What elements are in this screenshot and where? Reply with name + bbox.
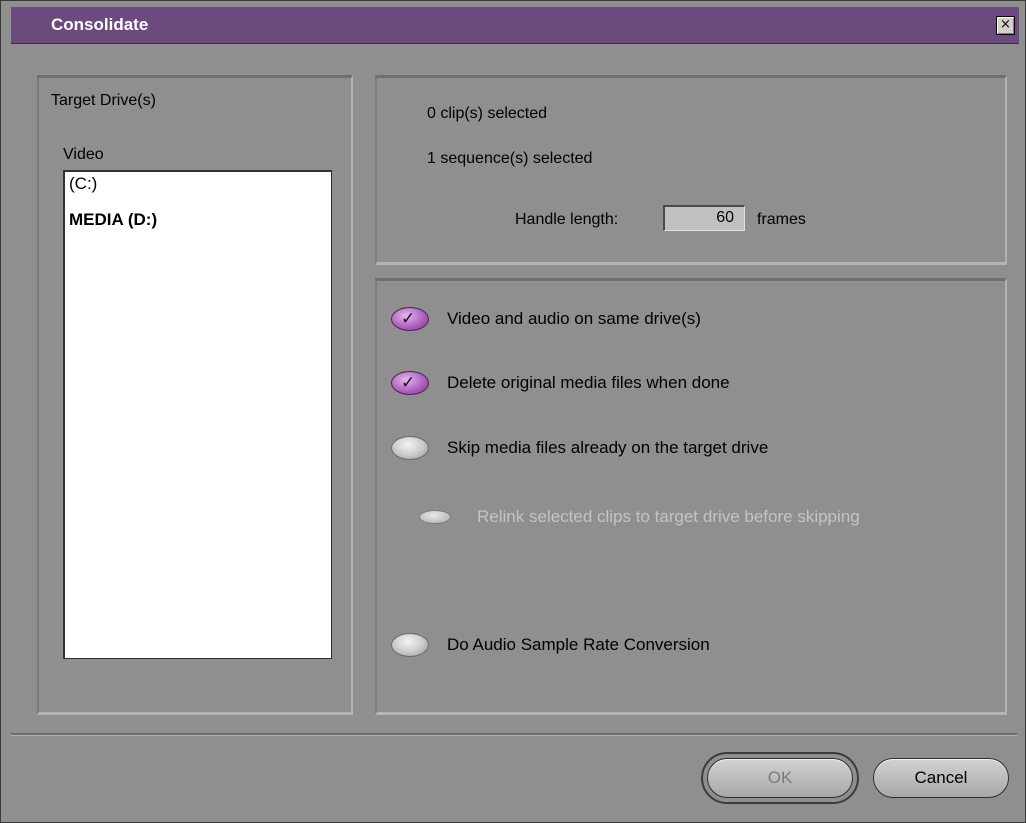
options-panel: ✓ Video and audio on same drive(s) ✓ Del… bbox=[375, 278, 1007, 715]
video-label: Video bbox=[63, 146, 104, 163]
checkbox-disabled-icon bbox=[419, 510, 451, 524]
clips-selected-text: 0 clip(s) selected bbox=[427, 105, 548, 122]
sequences-selected-text: 1 sequence(s) selected bbox=[427, 150, 593, 167]
close-icon[interactable]: × bbox=[996, 16, 1015, 35]
checkbox-unchecked-icon[interactable] bbox=[391, 436, 429, 460]
option-label: Skip media files already on the target d… bbox=[447, 438, 769, 457]
handle-unit-label: frames bbox=[757, 211, 806, 228]
option-relink-before-skip: Relink selected clips to target drive be… bbox=[419, 505, 979, 535]
checkbox-checked-icon[interactable]: ✓ bbox=[391, 371, 429, 395]
checkbox-checked-icon[interactable]: ✓ bbox=[391, 307, 429, 331]
drive-item-c[interactable]: (C:) bbox=[69, 174, 97, 194]
handle-length-label: Handle length: bbox=[515, 211, 619, 228]
video-drive-list[interactable]: (C:) MEDIA (D:) bbox=[63, 170, 332, 659]
option-label: Delete original media files when done bbox=[447, 373, 730, 392]
divider bbox=[11, 733, 1017, 736]
option-audio-src[interactable]: Do Audio Sample Rate Conversion bbox=[391, 633, 811, 663]
ok-button[interactable]: OK bbox=[707, 758, 853, 798]
selection-summary-panel: 0 clip(s) selected 1 sequence(s) selecte… bbox=[375, 75, 1007, 265]
target-drive-panel: Target Drive(s) Video (C:) MEDIA (D:) bbox=[37, 75, 353, 715]
option-label: Video and audio on same drive(s) bbox=[447, 309, 701, 328]
title-bar[interactable]: Consolidate × bbox=[11, 7, 1019, 44]
checkbox-unchecked-icon[interactable] bbox=[391, 633, 429, 657]
target-drive-heading: Target Drive(s) bbox=[51, 92, 156, 109]
consolidate-dialog: Consolidate × Target Drive(s) Video (C:)… bbox=[0, 0, 1026, 823]
drive-item-media-d[interactable]: MEDIA (D:) bbox=[69, 210, 157, 230]
handle-length-input[interactable]: 60 bbox=[663, 205, 745, 231]
dialog-title: Consolidate bbox=[51, 15, 149, 34]
option-same-drive[interactable]: ✓ Video and audio on same drive(s) bbox=[391, 307, 811, 337]
option-skip-existing[interactable]: Skip media files already on the target d… bbox=[391, 436, 881, 466]
option-label: Do Audio Sample Rate Conversion bbox=[447, 635, 710, 654]
option-delete-originals[interactable]: ✓ Delete original media files when done bbox=[391, 371, 831, 401]
option-label: Relink selected clips to target drive be… bbox=[477, 507, 860, 526]
cancel-button[interactable]: Cancel bbox=[873, 758, 1009, 798]
